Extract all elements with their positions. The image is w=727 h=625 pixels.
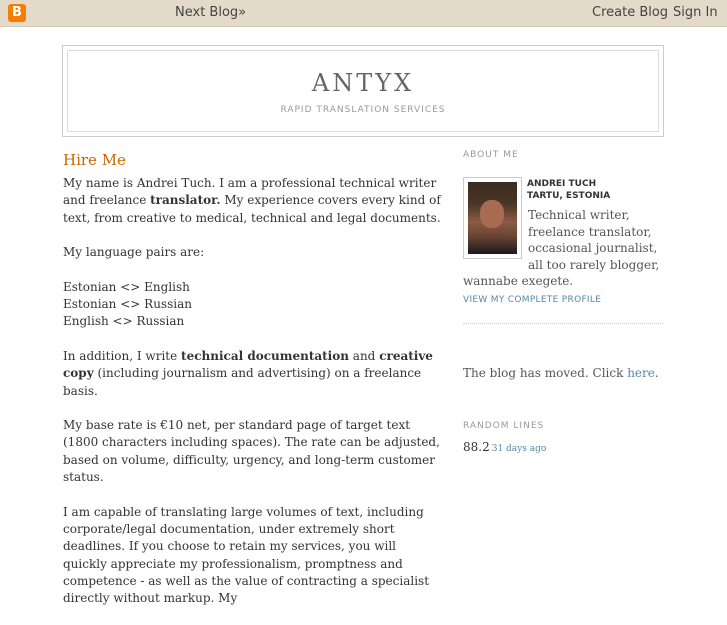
- post-body: My name is Andrei Tuch. I am a professio…: [63, 175, 443, 625]
- blog-description: RAPID TRANSLATION SERVICES: [280, 105, 446, 115]
- language-pair: Estonian <> Russian: [63, 297, 192, 312]
- language-pairs-list: Estonian <> English Estonian <> Russian …: [63, 279, 443, 331]
- profile-location: TARTU, ESTONIA: [527, 191, 611, 201]
- language-pair: Estonian <> English: [63, 279, 190, 294]
- next-blog-link[interactable]: Next Blog»: [175, 5, 246, 20]
- post-title[interactable]: Hire Me: [63, 151, 126, 169]
- random-line-item: 88.2 31 days ago: [463, 440, 547, 454]
- divider: [463, 323, 663, 324]
- about-me-heading: ABOUT ME: [463, 150, 519, 160]
- blog-header: ANTYX RAPID TRANSLATION SERVICES: [62, 45, 664, 137]
- sign-in-link[interactable]: Sign In: [673, 5, 718, 20]
- view-profile-link[interactable]: VIEW MY COMPLETE PROFILE: [463, 295, 601, 305]
- post-paragraph-rates: My base rate is €10 net, per standard pa…: [63, 418, 440, 485]
- post-paragraph-services: In addition, I write technical documenta…: [63, 348, 433, 398]
- post-paragraph-capability: I am capable of translating large volume…: [63, 504, 430, 606]
- random-lines-heading: RANDOM LINES: [463, 421, 545, 431]
- random-line-date-link[interactable]: 31 days ago: [492, 444, 547, 454]
- profile-description: Technical writer, freelance translator, …: [463, 208, 660, 288]
- blog-moved-notice: The blog has moved. Click here.: [463, 366, 659, 380]
- blog-moved-link[interactable]: here: [627, 366, 655, 380]
- profile-name[interactable]: ANDREI TUCH: [527, 178, 610, 190]
- post-paragraph-pairs-heading: My language pairs are:: [63, 245, 205, 260]
- blogger-logo-icon[interactable]: B: [8, 4, 26, 22]
- post-paragraph-intro: My name is Andrei Tuch. I am a professio…: [63, 176, 441, 225]
- sidebar: ABOUT ME ANDREI TUCH TARTU, ESTONIA Tech…: [463, 150, 663, 454]
- blog-title[interactable]: ANTYX: [68, 69, 658, 97]
- create-blog-link[interactable]: Create Blog: [592, 5, 668, 20]
- blog-header-inner: ANTYX RAPID TRANSLATION SERVICES: [67, 50, 659, 132]
- profile-name-block: ANDREI TUCH TARTU, ESTONIA: [527, 178, 610, 202]
- blogger-navbar: B Next Blog» Create Blog Sign In: [0, 0, 727, 27]
- language-pair: English <> Russian: [63, 314, 185, 329]
